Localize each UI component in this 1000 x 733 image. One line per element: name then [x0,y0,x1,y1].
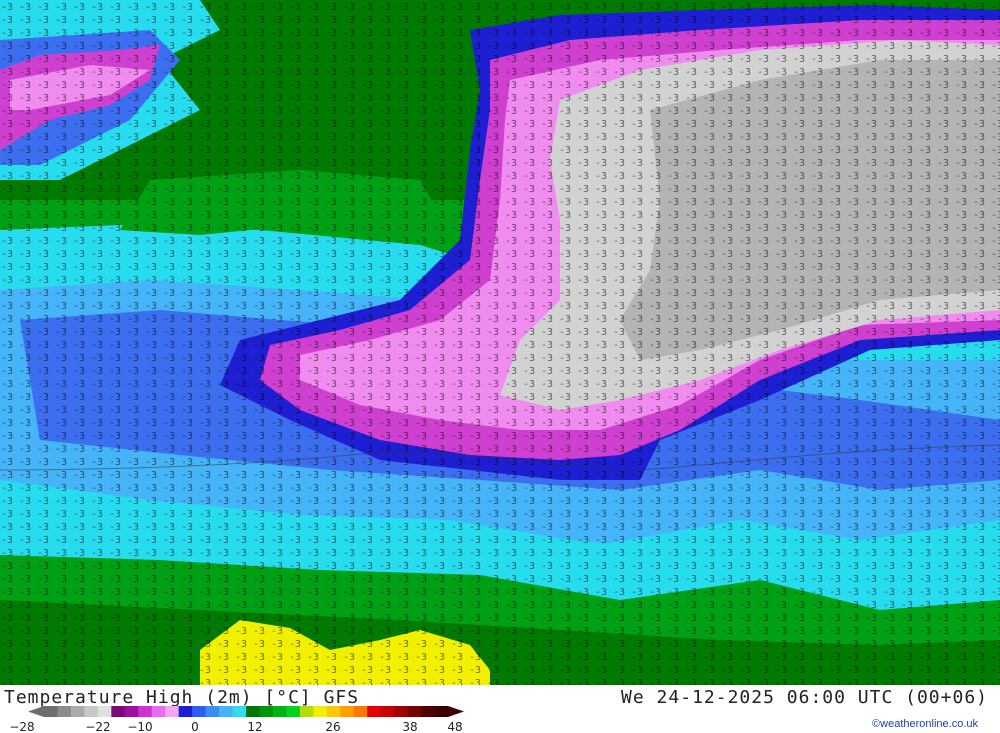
credit-link[interactable]: ©weatheronline.co.uk [872,718,978,730]
legend-swatch [219,706,234,717]
legend-tick-label: −22 [85,720,110,732]
legend-tick-label: −10 [127,720,152,732]
temperature-map: -3 [0,0,1000,685]
legend-swatch [286,706,301,717]
legend-swatch [232,706,247,717]
legend-swatch [326,706,341,717]
legend-swatch [299,706,314,717]
legend-swatch [407,706,422,717]
legend-swatch [434,706,449,717]
legend-swatch [246,706,260,717]
map-datetime: We 24-12-2025 06:00 UTC (00+06) [621,687,988,708]
map-footer: Temperature High (2m) [°C] GFS We 24-12-… [0,685,1000,733]
legend-swatch [84,706,99,717]
legend-swatch [272,706,287,717]
legend-swatch [367,706,382,717]
legend-arrow-low [28,706,44,717]
legend-swatch [340,706,355,717]
legend-swatch [353,706,368,717]
legend-swatch [151,706,166,717]
legend-swatch [44,706,58,717]
legend-swatch [394,706,409,717]
legend-swatch [124,706,139,717]
legend-swatch [97,706,112,717]
legend-swatch [111,706,126,717]
value-grid-overlay [0,0,1000,685]
legend-swatch [138,706,153,717]
legend-tick-label: 0 [191,720,199,732]
legend-tick-label: 48 [447,720,462,732]
legend-swatch [421,706,436,717]
legend-swatch [57,706,72,717]
legend-swatch [178,706,193,717]
legend-swatch [259,706,274,717]
legend-tick-label: 38 [402,720,417,732]
legend-swatch [192,706,207,717]
legend-swatch [70,706,85,717]
legend-swatch [313,706,328,717]
legend-swatch [380,706,395,717]
legend-tick-label: −28 [9,720,34,732]
legend-arrow-high [448,706,464,717]
color-legend: −28 −22 −10 0 12 26 38 48 [9,706,464,732]
legend-tick-label: 26 [325,720,340,732]
legend-swatch [205,706,220,717]
legend-swatch [165,706,180,717]
legend-tick-label: 12 [247,720,262,732]
weather-map-figure: -3 [0,0,1000,733]
